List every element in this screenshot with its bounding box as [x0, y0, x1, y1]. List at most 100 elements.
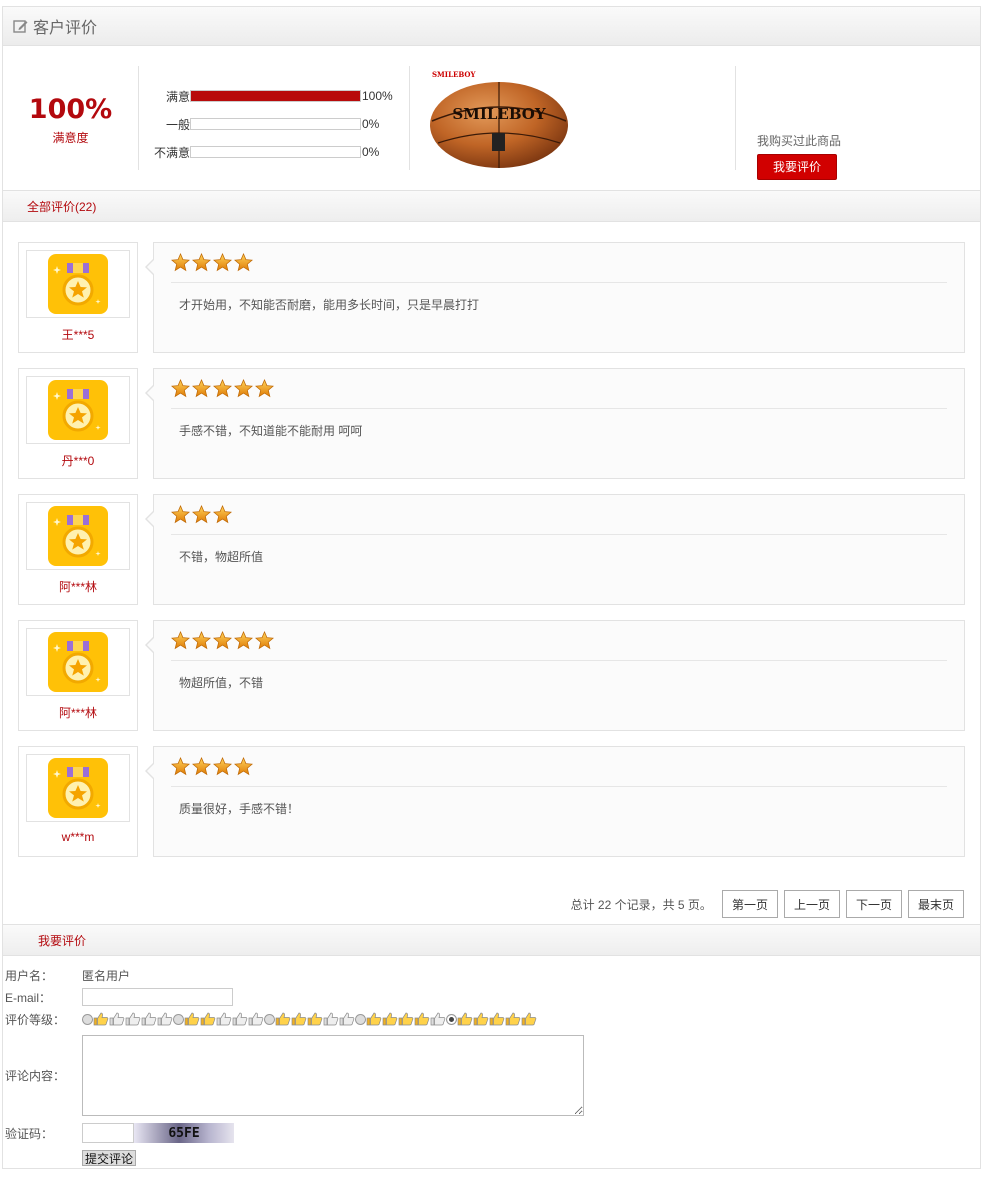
rating-bar [190, 90, 361, 102]
thumbs-up-icon [184, 1012, 200, 1026]
thumbs-up-icon [109, 1012, 125, 1026]
reviewer-name: 阿***林 [58, 706, 97, 720]
level-row: 评价等级： [5, 1008, 584, 1030]
submit-review-button[interactable]: 提交评论 [82, 1150, 137, 1166]
thumbs-up-icon [398, 1012, 414, 1026]
email-row: E-mail： [5, 986, 584, 1008]
review-form: 用户名： 匿名用户 E-mail： 评价等级： 评论内容： 验证码： 65FE … [5, 964, 584, 1170]
star-rating [171, 369, 947, 409]
divider [735, 66, 736, 170]
captcha-label: 验证码： [5, 1126, 54, 1141]
username-label: 用户名： [5, 968, 54, 983]
content-label: 评论内容： [5, 1068, 66, 1083]
review-item: 丹***0 手感不错，不知道能不能耐用 呵呵 [18, 368, 965, 479]
thumbs-up-icon [505, 1012, 521, 1026]
review-item: 王***5 才开始用，不知能否耐磨，能用多长时间，只是早晨打打 [18, 242, 965, 353]
thumbs-up-icon [382, 1012, 398, 1026]
review-item: w***m 质量很好，手感不错！ [18, 746, 965, 857]
rating-row-value: 0% [362, 145, 380, 159]
thumbs-up-icon [232, 1012, 248, 1026]
review-text: 手感不错，不知道能不能耐用 呵呵 [179, 424, 363, 438]
tab-write-review-label: 我要评价 [38, 933, 87, 948]
star-rating [171, 621, 947, 661]
tab-write-review[interactable]: 我要评价 [3, 924, 980, 956]
review-content: 手感不错，不知道能不能耐用 呵呵 [145, 368, 965, 479]
star-rating [171, 243, 947, 283]
thumbs-up-icon [307, 1012, 323, 1026]
divider [409, 66, 410, 170]
medal-icon [48, 758, 108, 818]
medal-icon [48, 506, 108, 566]
email-label: E-mail： [5, 990, 52, 1005]
rating-level-radio-1[interactable] [82, 1013, 93, 1025]
medal-icon [48, 254, 108, 314]
tab-all-reviews[interactable]: 全部评价(22) [3, 191, 980, 222]
review-text: 质量很好，手感不错！ [179, 802, 300, 816]
rating-row-satisfied: 满意 100% [153, 82, 393, 110]
star-icon [192, 505, 211, 524]
rating-row-label: 一般 [165, 117, 190, 132]
pagination: 总计 22 个记录，共 5 页。 第一页 上一页 下一页 最末页 [571, 890, 964, 918]
rating-bar [190, 118, 361, 130]
username-value: 匿名用户 [82, 968, 131, 983]
reviewer: 阿***林 [18, 494, 138, 605]
thumbs-up-icon [457, 1012, 473, 1026]
rating-row-value: 100% [362, 89, 393, 103]
first-page-button[interactable]: 第一页 [721, 890, 778, 918]
rating-row-unsatisfied: 不满意 0% [153, 138, 393, 166]
thumbs-up-icon [366, 1012, 382, 1026]
thumbs-up-icon [521, 1012, 537, 1026]
rating-row-label: 不满意 [153, 145, 190, 160]
thumbs-up-icon [141, 1012, 157, 1026]
captcha-input[interactable] [82, 1123, 134, 1143]
panel-header: 客户评价 [3, 7, 980, 46]
rating-level-radio-5[interactable] [446, 1013, 457, 1025]
star-icon [213, 379, 232, 398]
avatar [26, 502, 130, 570]
buy-block: 我购买过此商品 我要评价 [757, 132, 841, 180]
reviewer-name: 王***5 [61, 328, 95, 342]
email-field[interactable] [82, 988, 233, 1006]
star-icon [192, 631, 211, 650]
write-review-button[interactable]: 我要评价 [757, 154, 837, 180]
tab-all-reviews-label: 全部评价(22) [27, 199, 97, 214]
rating-bar [190, 146, 361, 158]
review-content-textarea[interactable] [82, 1034, 584, 1116]
rating-level-radio-2[interactable] [173, 1013, 184, 1025]
reviewer-name: 丹***0 [61, 454, 95, 468]
star-icon [255, 631, 274, 650]
edit-icon [13, 19, 28, 34]
last-page-button[interactable]: 最末页 [907, 890, 964, 918]
star-icon [192, 757, 211, 776]
customer-review-panel: 客户评价 100% 满意度 满意 100% 一般 0% 不满意 0% SMILE… [2, 6, 981, 1169]
reviewer: 王***5 [18, 242, 138, 353]
product-image[interactable]: SMILEBOY SMILEBOY [428, 63, 570, 171]
avatar [26, 250, 130, 318]
review-content: 才开始用，不知能否耐磨，能用多长时间，只是早晨打打 [145, 242, 965, 353]
satisfaction-block: 100% 满意度 [3, 94, 138, 146]
star-icon [192, 253, 211, 272]
thumbs-up-icon [93, 1012, 109, 1026]
rating-level-radio-3[interactable] [264, 1013, 275, 1025]
rating-level-radio-4[interactable] [355, 1013, 366, 1025]
prev-page-button[interactable]: 上一页 [783, 890, 840, 918]
reviewer-name: 阿***林 [58, 580, 97, 594]
reviewer: w***m [18, 746, 138, 857]
captcha-image[interactable]: 65FE [134, 1123, 234, 1143]
divider [138, 66, 139, 170]
thumbs-up-icon [125, 1012, 141, 1026]
thumbs-up-icon [275, 1012, 291, 1026]
thumbs-up-icon [414, 1012, 430, 1026]
review-item: 阿***林 不错，物超所值 [18, 494, 965, 605]
star-icon [192, 379, 211, 398]
rating-bar-fill [191, 91, 360, 101]
star-icon [213, 253, 232, 272]
thumbs-up-icon [339, 1012, 355, 1026]
rating-row-neutral: 一般 0% [153, 110, 393, 138]
star-icon [213, 631, 232, 650]
thumbs-up-icon [489, 1012, 505, 1026]
next-page-button[interactable]: 下一页 [845, 890, 902, 918]
star-icon [171, 379, 190, 398]
star-icon [234, 379, 253, 398]
panel-title: 客户评价 [33, 20, 98, 37]
